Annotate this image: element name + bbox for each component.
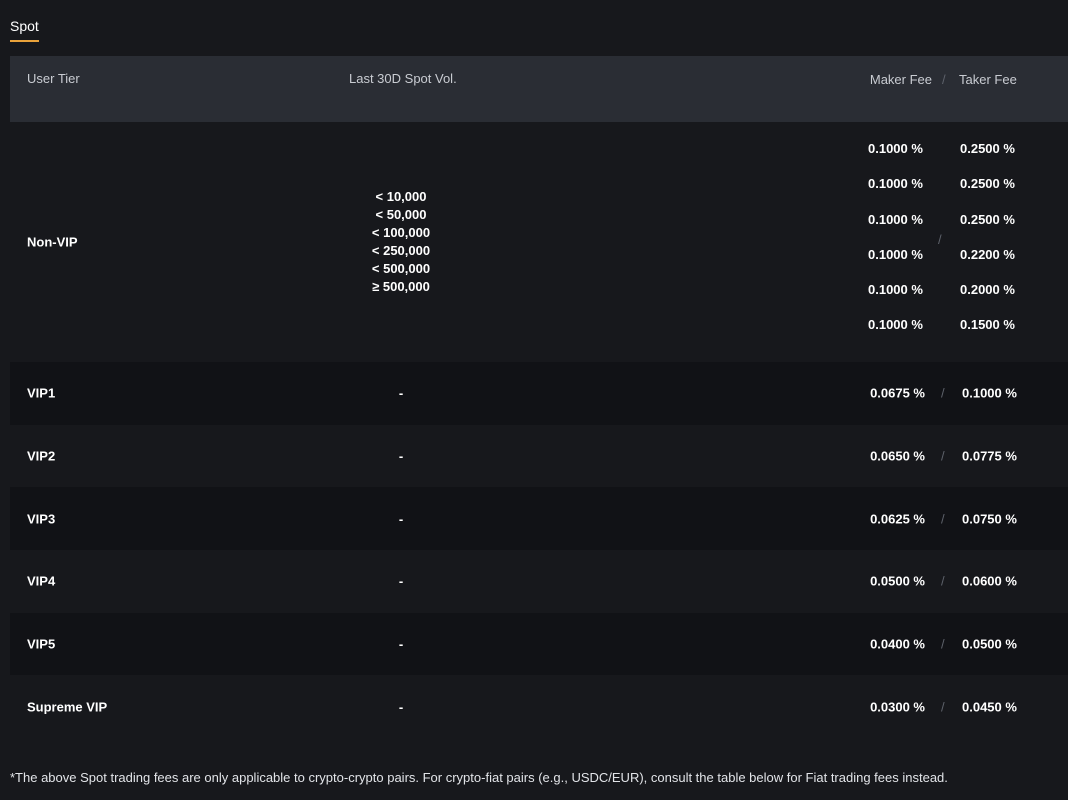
maker-fee-value: 0.0400 % [870,636,925,652]
maker-fee-value: 0.0500 % [870,573,925,589]
volume-list: < 10,000 < 50,000 < 100,000 < 250,000 < … [372,188,430,296]
table-row-vip2: VIP2 - 0.0650 % / 0.0775 % [10,424,1068,488]
taker-fee-value: 0.2200 % [960,246,1015,262]
header-spot-volume: Last 30D Spot Vol. [349,71,457,86]
taker-fee-value: 0.0450 % [962,699,1017,715]
volume-value: < 500,000 [371,261,431,276]
tier-label: VIP4 [27,573,56,589]
tier-label: Non-VIP [27,234,78,250]
fee-separator: / [941,699,945,715]
taker-fee-value: 0.1000 % [962,385,1017,401]
volume-value: < 50,000 [375,207,427,222]
taker-fee-value: 0.0750 % [962,511,1017,527]
maker-fee-list: 0.1000 % 0.1000 % 0.1000 % 0.1000 % 0.10… [868,140,928,352]
fee-separator: / [938,232,942,247]
table-header: User Tier Last 30D Spot Vol. Maker Fee /… [10,56,1068,122]
maker-fee-value: 0.0625 % [870,511,925,527]
tier-label: VIP1 [27,385,56,401]
table-row-vip3: VIP3 - 0.0625 % / 0.0750 % [10,487,1068,551]
fee-separator: / [941,573,945,589]
taker-fee-value: 0.0600 % [962,573,1017,589]
table-row-vip4: VIP4 - 0.0500 % / 0.0600 % [10,550,1068,613]
maker-fee-value: 0.1000 % [868,246,923,262]
header-taker-fee: Taker Fee [959,72,1017,87]
volume-value: ≥ 500,000 [372,279,430,294]
tier-label: VIP3 [27,511,56,527]
volume-value: < 100,000 [371,225,431,240]
table-row-non-vip: Non-VIP < 10,000 < 50,000 < 100,000 < 25… [10,122,1068,362]
table-row-vip1: VIP1 - 0.0675 % / 0.1000 % [10,362,1068,425]
tab-spot[interactable]: Spot [10,18,39,34]
footnote: *The above Spot trading fees are only ap… [10,770,948,785]
maker-fee-value: 0.1000 % [868,141,923,156]
fee-separator: / [941,385,945,401]
taker-fee-value: 0.2500 % [960,141,1015,156]
maker-fee-value: 0.0300 % [870,699,925,715]
table-row-vip5: VIP5 - 0.0400 % / 0.0500 % [10,612,1068,676]
tier-label: VIP5 [27,636,56,652]
maker-fee-value: 0.1000 % [868,211,923,227]
taker-fee-value: 0.0500 % [962,636,1017,652]
maker-fee-value: 0.0675 % [870,385,925,401]
volume-value: - [398,385,404,401]
volume-value: < 10,000 [375,189,427,204]
table-row-supreme-vip: Supreme VIP - 0.0300 % / 0.0450 % [10,675,1068,739]
maker-fee-value: 0.1000 % [868,176,923,192]
maker-fee-value: 0.0650 % [870,448,925,464]
tier-label: Supreme VIP [27,699,108,715]
volume-value: - [398,636,404,652]
fee-separator: / [941,448,945,464]
taker-fee-value: 0.2500 % [960,211,1015,227]
fee-separator: / [941,636,945,652]
taker-fee-value: 0.0775 % [962,448,1017,464]
volume-value: - [398,448,404,464]
taker-fee-value: 0.2000 % [960,282,1015,298]
spot-fee-page: Spot User Tier Last 30D Spot Vol. Maker … [0,0,1068,800]
volume-value: < 250,000 [371,243,431,258]
header-maker-fee: Maker Fee [869,72,932,87]
taker-fee-value: 0.1500 % [960,317,1015,333]
taker-fee-list: 0.2500 % 0.2500 % 0.2500 % 0.2200 % 0.20… [960,140,1030,352]
maker-fee-value: 0.1000 % [868,282,923,298]
fee-table: User Tier Last 30D Spot Vol. Maker Fee /… [10,56,1068,739]
header-separator: / [942,72,946,87]
header-user-tier: User Tier [27,71,80,86]
maker-fee-value: 0.1000 % [868,317,923,333]
fee-separator: / [941,511,945,527]
tab-active-indicator [10,40,39,42]
taker-fee-value: 0.2500 % [960,176,1015,192]
tier-label: VIP2 [27,448,56,464]
volume-value: - [398,699,404,715]
volume-value: - [398,511,404,527]
volume-value: - [398,573,404,589]
